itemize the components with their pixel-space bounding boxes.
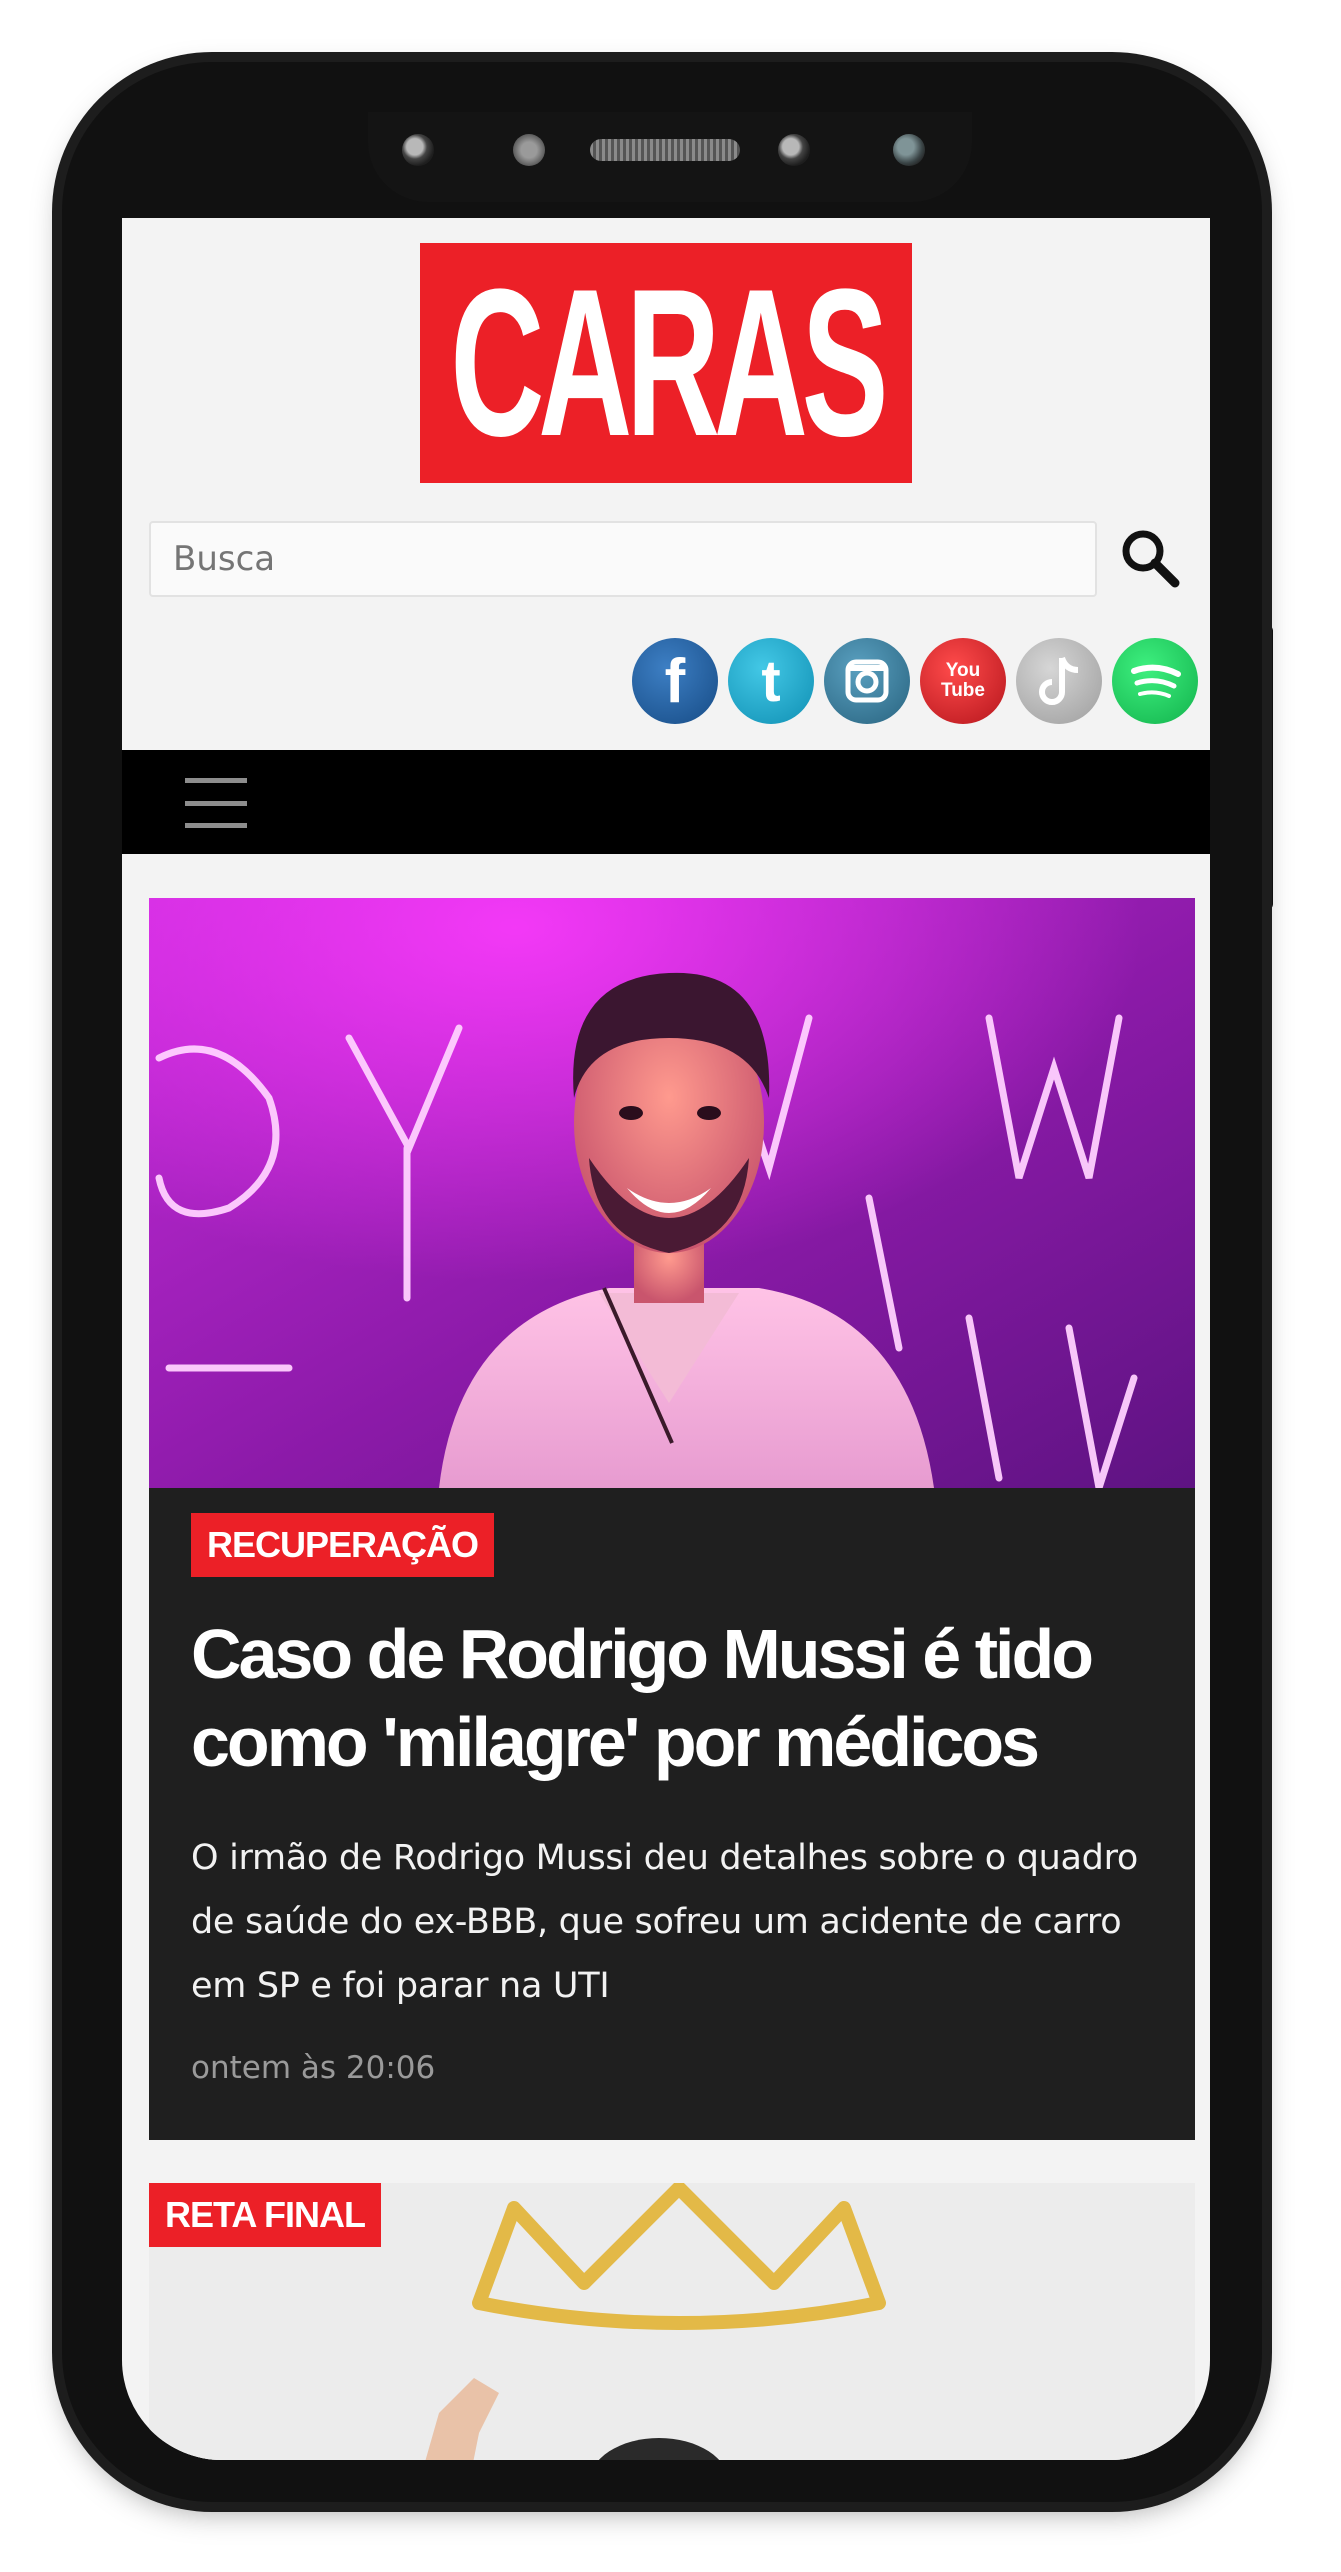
facebook-icon[interactable]: f	[632, 638, 718, 724]
featured-article-image[interactable]	[149, 898, 1195, 1488]
search-icon[interactable]	[1117, 525, 1183, 591]
category-tag[interactable]: RECUPERAÇÃO	[191, 1513, 495, 1577]
featured-article-card[interactable]: RECUPERAÇÃO Caso de Rodrigo Mussi é tido…	[149, 898, 1195, 2140]
hamburger-menu-icon[interactable]	[170, 774, 262, 832]
article-timestamp: ontem às 20:06	[191, 2050, 436, 2086]
earpiece-speaker	[590, 139, 740, 161]
article-summary: O irmão de Rodrigo Mussi deu detalhes so…	[191, 1838, 1139, 2006]
youtube-icon[interactable]: You Tube	[920, 638, 1006, 724]
header-logo-area: CARAS	[122, 243, 1210, 483]
article-headline[interactable]: Caso de Rodrigo Mussi é tido como 'milag…	[191, 1610, 1181, 1786]
main-navbar	[122, 750, 1210, 854]
tiktok-icon[interactable]	[1016, 638, 1102, 724]
logo-text: CARAS	[450, 245, 888, 480]
phone-notch	[368, 112, 972, 202]
instagram-icon[interactable]	[824, 638, 910, 724]
front-camera-icon	[402, 134, 434, 166]
caras-logo[interactable]: CARAS	[420, 243, 912, 483]
second-article-card[interactable]: RETA FINAL	[149, 2183, 1195, 2460]
phone-screen: CARAS f t YouTube	[122, 218, 1210, 2460]
twitter-icon[interactable]: t	[728, 638, 814, 724]
category-tag[interactable]: RETA FINAL	[149, 2183, 381, 2247]
proximity-sensor-icon	[778, 134, 810, 166]
light-sensor-icon	[893, 134, 925, 166]
sensor-icon	[513, 134, 545, 166]
search-input[interactable]	[149, 521, 1097, 597]
spotify-icon[interactable]	[1112, 638, 1198, 724]
